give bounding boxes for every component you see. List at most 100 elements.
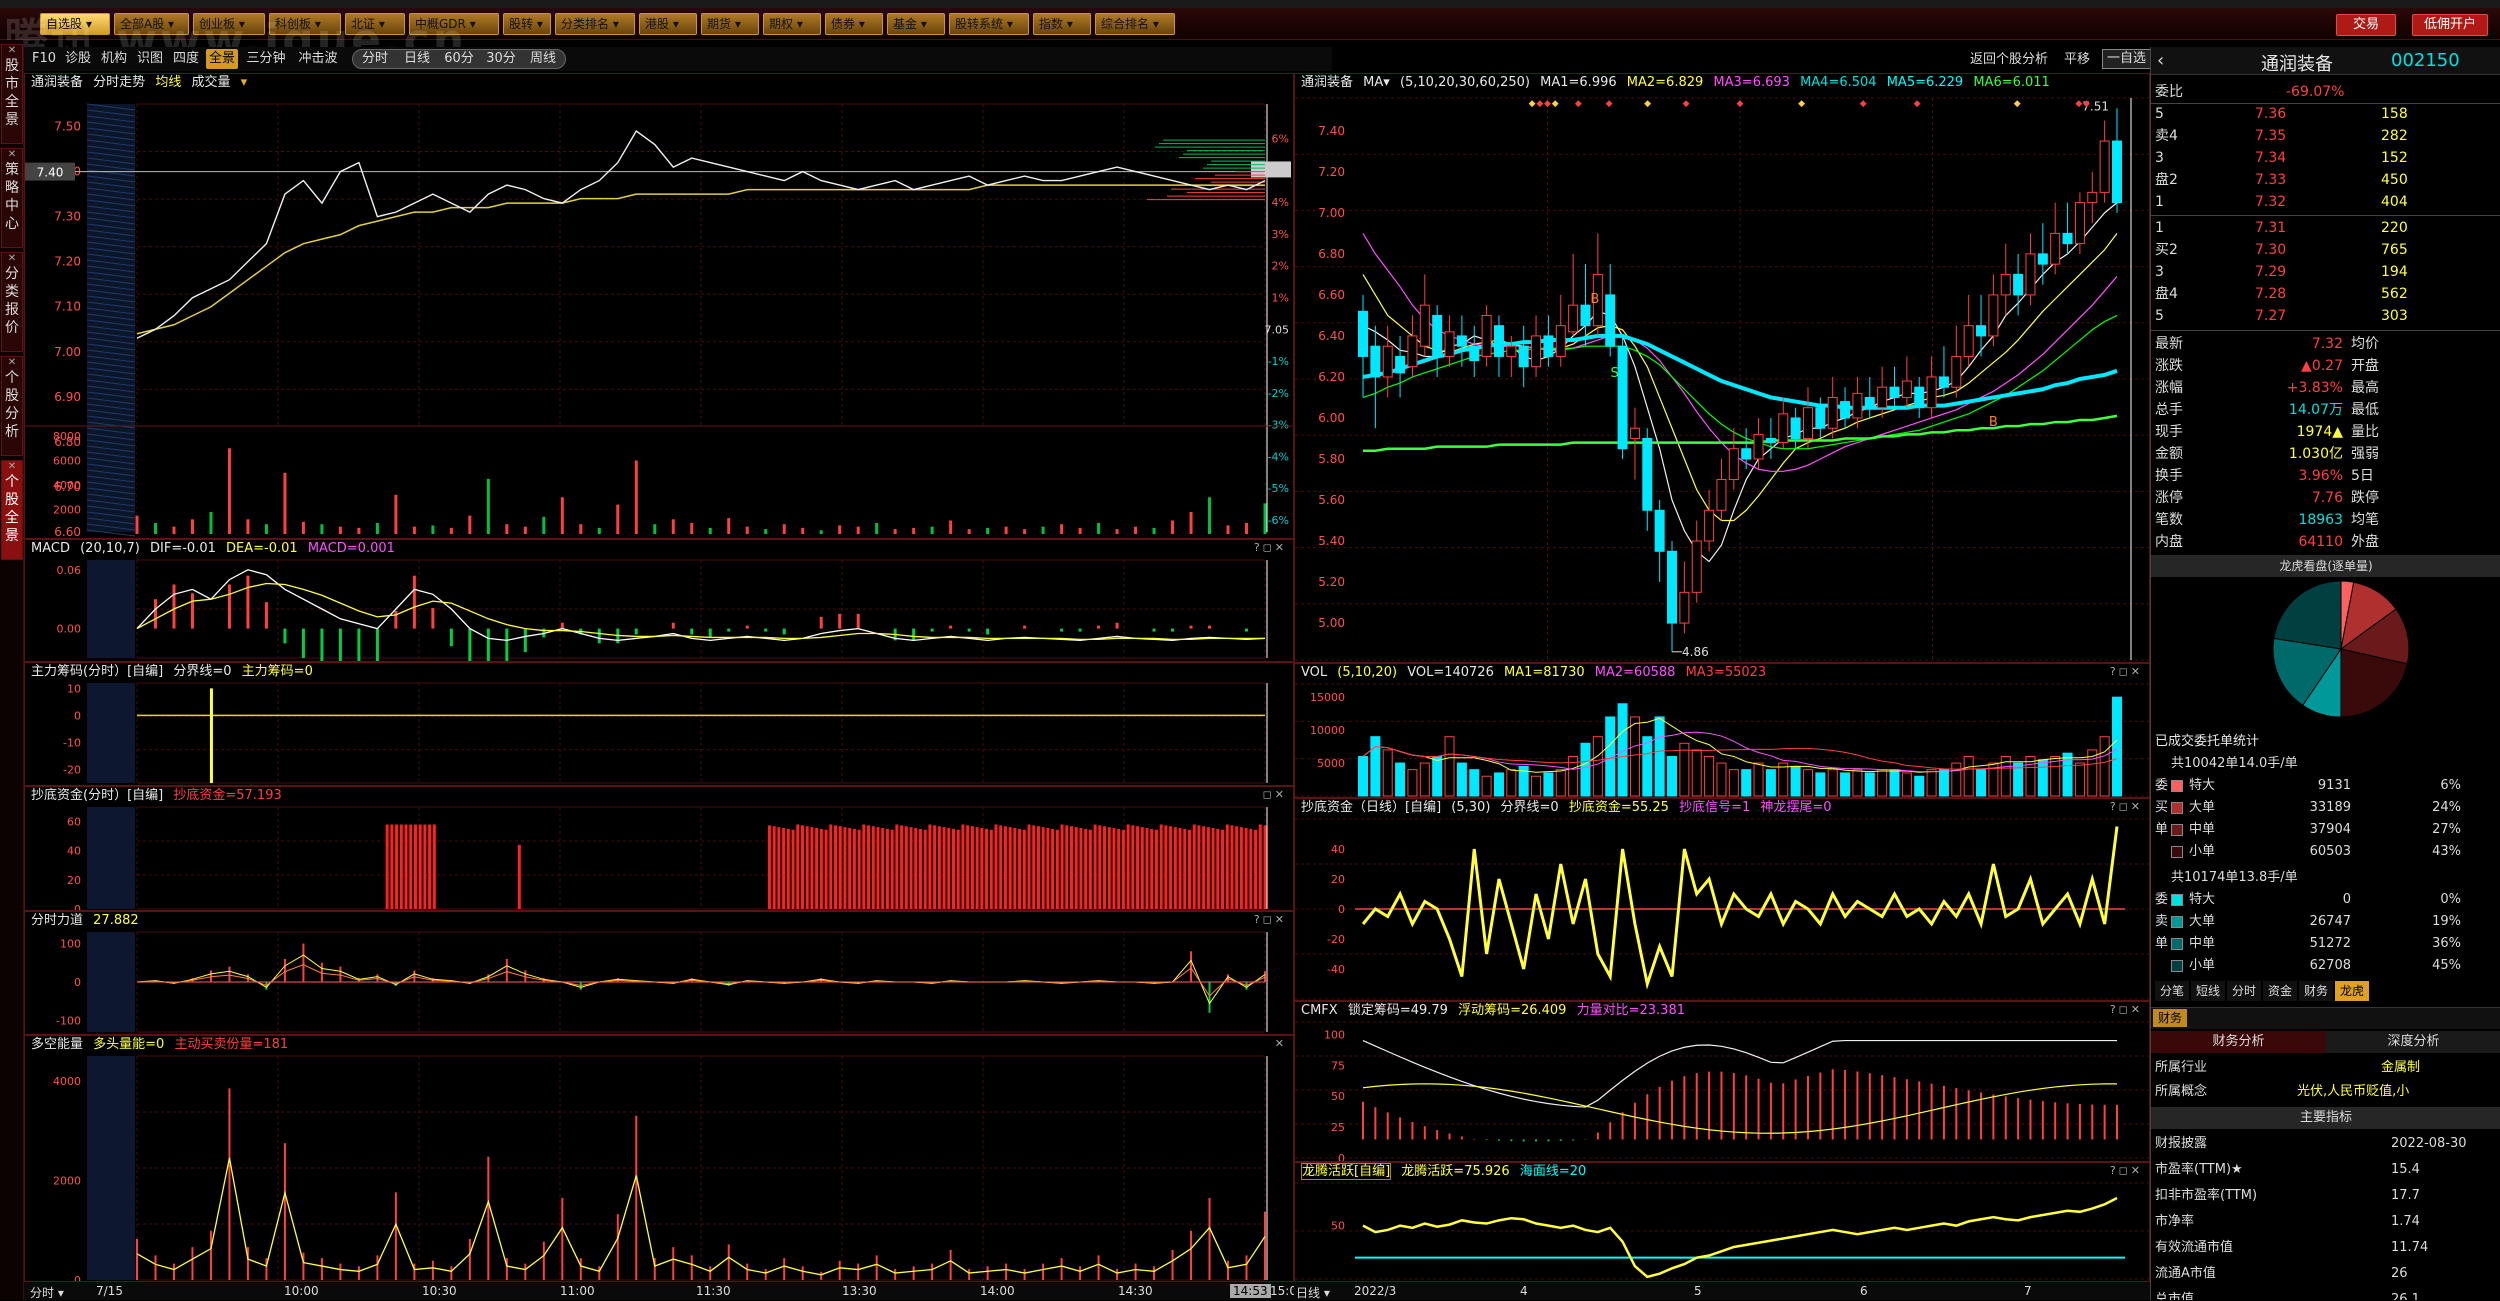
menu-item-2[interactable]: 创业板 ▾ (193, 13, 265, 35)
fin-value-6: 26.1 (2391, 1292, 2420, 1300)
fin-value-2: 17.7 (2391, 1188, 2420, 1203)
buy-side-label: 单 (2155, 822, 2169, 837)
menu-item-3[interactable]: 科创板 ▾ (269, 13, 341, 35)
menu-item-14[interactable]: 指数 ▾ (1033, 13, 1091, 35)
menu-item-7[interactable]: 分类排名 ▾ (555, 13, 635, 35)
menu-item-11[interactable]: 债券 ▾ (825, 13, 883, 35)
toolbar-btn-0[interactable]: F10 (30, 49, 58, 69)
quote-tab-4[interactable]: 财务 (2299, 981, 2333, 1001)
dcmfx-tick-2: 50 (1331, 1090, 1345, 1103)
daily-price-tick-8: 5.80 (1318, 452, 1345, 466)
daily-candle-body (1951, 355, 1962, 388)
daily-low-label: 4.86 (1682, 645, 1709, 659)
ask-price-0: 7.36 (2255, 106, 2287, 122)
sidebar-tab-3[interactable]: ✕ 个股分析 (1, 356, 23, 456)
open-account-button[interactable]: 低佣开户 (2412, 14, 2488, 36)
menu-item-13[interactable]: 股转系统 ▾ (949, 13, 1029, 35)
sidebar-close-icon[interactable]: ✕ (2, 253, 22, 264)
daily-dragon-pane[interactable]: 龙腾活跃[自编] 龙腾活跃=75.926 海面线=20 ?◻✕ 50 (1294, 1162, 2150, 1282)
daily-bottomfund-pane[interactable]: 抄底资金（日线）[自编] (5,30) 分界线=0 抄底资金=55.25 抄底信… (1294, 798, 2150, 1001)
sell-pct-3: 45% (2432, 958, 2461, 973)
time-label-0[interactable]: 分时 ▾ (30, 1284, 64, 1301)
period-btn-4[interactable]: 周线 (524, 49, 562, 69)
sidebar-close-icon[interactable]: ✕ (2, 45, 22, 56)
daily-candle-body (1976, 325, 1987, 337)
daily-cmfx-pane[interactable]: CMFX 锁定筹码=49.79 浮动筹码=26.409 力量对比=23.381 … (1294, 1001, 2150, 1162)
toolbar-btn-4[interactable]: 四度 (170, 49, 202, 69)
sidebar-close-icon[interactable]: ✕ (2, 357, 22, 368)
stat-value-7: 7.76 (2311, 490, 2343, 506)
quote-tab-2[interactable]: 分时 (2227, 981, 2261, 1001)
toolbar-btn-5[interactable]: 全景 (206, 49, 238, 69)
buy-type-1: 大单 (2189, 800, 2216, 815)
sidebar-tab-0[interactable]: ✕ 股市全景 (1, 44, 23, 144)
industry-value: 金属制 (2381, 1060, 2421, 1075)
quote-tab-0[interactable]: 分笔 (2155, 981, 2189, 1001)
sidebar-tab-4[interactable]: ✕ 个股全景 (1, 460, 23, 560)
quote-tab-5[interactable]: 龙虎 (2335, 981, 2369, 1001)
menu-item-0[interactable]: 自选股 ▾ (40, 13, 110, 35)
sidebar-close-icon[interactable]: ✕ (2, 461, 22, 472)
dvol-bar (1741, 769, 1752, 797)
daily-candle-body (1407, 335, 1418, 368)
toolbar-btn-3[interactable]: 识图 (134, 49, 166, 69)
period-btn-0[interactable]: 分时 (356, 49, 394, 69)
dvol-bar (1790, 765, 1801, 797)
dvol-bar (1914, 775, 1925, 797)
menu-item-6[interactable]: 股转 ▾ (503, 13, 551, 35)
menu-item-15[interactable]: 综合排名 ▾ (1095, 13, 1175, 35)
period-btn-3[interactable]: 30分 (482, 49, 520, 69)
date-label-0[interactable]: 日线 ▾ (1296, 1284, 1330, 1301)
menu-item-5[interactable]: 中概GDR ▾ (409, 13, 499, 35)
daily-volume-pane[interactable]: VOL (5,10,20) VOL=140726 MA1=81730 MA2=6… (1294, 663, 2150, 798)
intraday-price-pane[interactable]: 通润装备 分时走势 均线 成交量 ▾ 7.507.407.307.207.107… (24, 73, 1294, 539)
buy-pct-1: 24% (2432, 800, 2461, 815)
quote-tab-3[interactable]: 资金 (2263, 981, 2297, 1001)
buy-color-swatch (2171, 780, 2183, 792)
toolbar-btn-2[interactable]: 机构 (98, 49, 130, 69)
ask-level-0: 5 (2155, 106, 2164, 122)
menu-item-10[interactable]: 期权 ▾ (763, 13, 821, 35)
dbottom-line (1361, 826, 2119, 990)
daily-candle-body (1469, 345, 1480, 362)
intraday-bottomfund-pane[interactable]: 抄底资金(分时）[自编] 抄底资金=57.193 ◻✕ 60 40 20 0 (24, 786, 1294, 911)
fin-subtab-1[interactable]: 深度分析 (2326, 1031, 2500, 1053)
period-btn-2[interactable]: 60分 (440, 49, 478, 69)
dvol-bar (1642, 736, 1653, 797)
fin-tab[interactable]: 财务 (2153, 1009, 2187, 1027)
toolbar-btn-1[interactable]: 诊股 (62, 49, 94, 69)
daily-top-marker: ◆ (1552, 99, 1559, 109)
toolbar-btn-6[interactable]: 三分钟 (242, 49, 290, 69)
daily-kline-pane[interactable]: 通润装备 MA▾ (5,10,20,30,60,250) MA1=6.996 M… (1294, 73, 2150, 663)
sidebar-tab-2[interactable]: ✕ 分类报价 (1, 252, 23, 352)
buy-pct-2: 27% (2432, 822, 2461, 837)
period-btn-1[interactable]: 日线 (398, 49, 436, 69)
menu-item-4[interactable]: 北证 ▾ (345, 13, 405, 35)
ask-level-4: 1 (2155, 194, 2164, 210)
menu-item-8[interactable]: 港股 ▾ (639, 13, 697, 35)
stats-divider (2151, 330, 2500, 331)
intraday-macd-pane[interactable]: MACD (20,10,7) DIF=-0.01 DEA=-0.01 MACD=… (24, 539, 1294, 662)
fin-subtab-0[interactable]: 财务分析 (2151, 1031, 2326, 1053)
ask-volume-0: 158 (2381, 106, 2408, 122)
sidebar-tab-1[interactable]: ✕ 策略中心 (1, 148, 23, 248)
sidebar-close-icon[interactable]: ✕ (2, 149, 22, 160)
dvol-bar (1469, 769, 1480, 797)
intraday-mainforce-pane[interactable]: 主力筹码(分时）[自编] 分界线=0 主力筹码=0 10 0 -10 -20 (24, 662, 1294, 786)
quote-tab-1[interactable]: 短线 (2191, 981, 2225, 1001)
back-analysis-link[interactable]: 返回个股分析 (1970, 51, 2048, 69)
daily-candle-body (2000, 273, 2011, 296)
ibottom-tick-1: 40 (67, 845, 81, 858)
trade-button[interactable]: 交易 (2336, 14, 2396, 36)
bid-volume-4: 303 (2381, 308, 2408, 324)
intraday-energy-pane[interactable]: 多空能量 多头量能=0 主动买卖份量=181 ✕ 4000 2000 0 (24, 1035, 1294, 1282)
back-chevron-icon[interactable]: ‹ (2157, 50, 2164, 71)
dvol-bar (1765, 769, 1776, 797)
intraday-force-pane[interactable]: 分时力道 27.882 ?◻✕ 100 0 -100 (24, 911, 1294, 1035)
pan-link[interactable]: 平移 (2064, 51, 2090, 69)
menu-item-12[interactable]: 基金 ▾ (887, 13, 945, 35)
menu-item-1[interactable]: 全部A股 ▾ (114, 13, 189, 35)
menu-item-9[interactable]: 期货 ▾ (701, 13, 759, 35)
toolbar-btn-7[interactable]: 冲击波 (294, 49, 342, 69)
buy-color-swatch (2171, 846, 2183, 858)
